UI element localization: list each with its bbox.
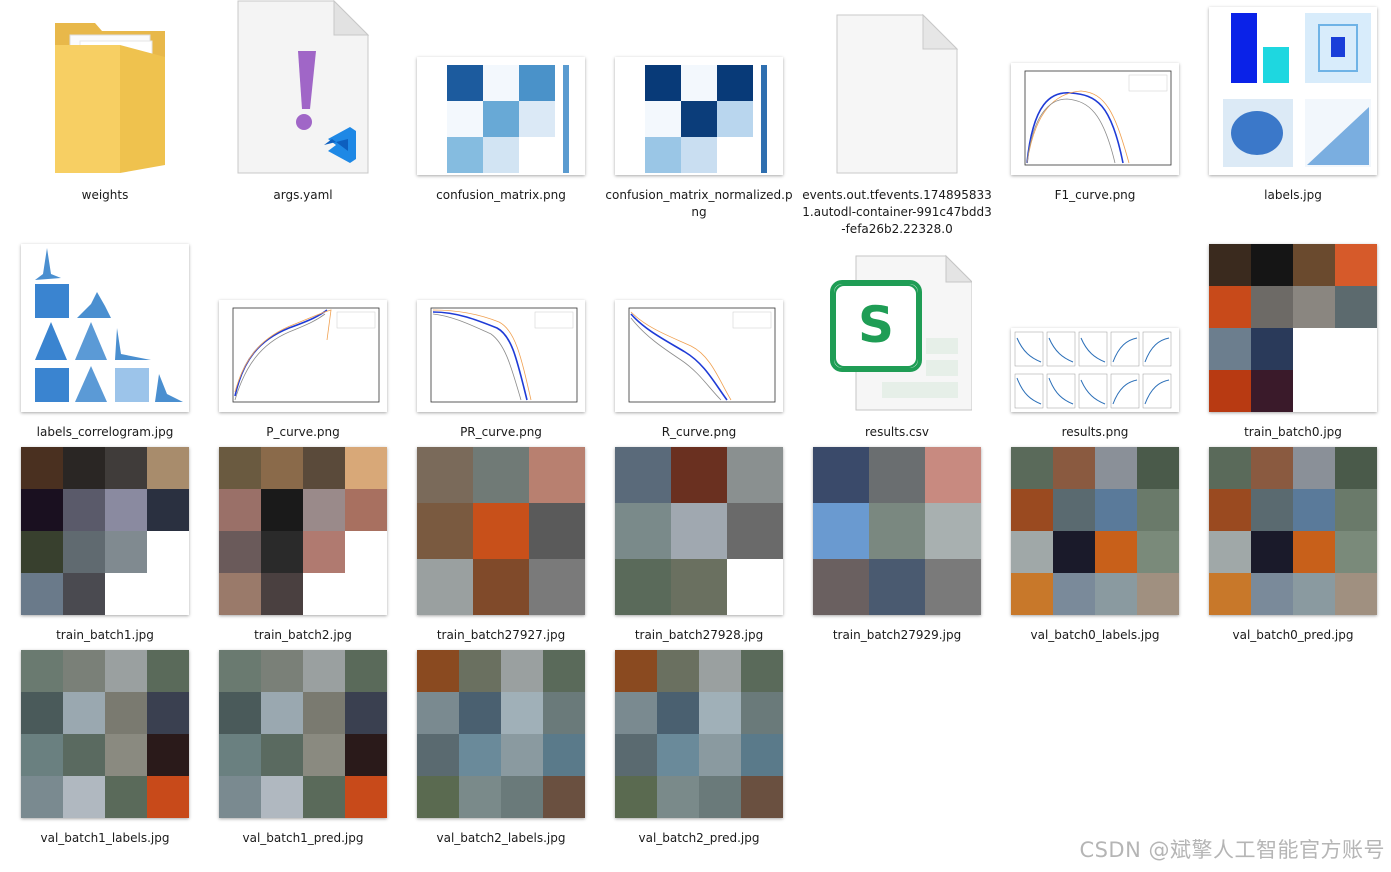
file-label: confusion_matrix.png [436,188,566,202]
file-label: train_batch2.jpg [254,628,352,642]
file-label: train_batch27928.jpg [634,628,764,642]
labels-thumbnail [1209,7,1377,175]
watermark: CSDN @斌擎人工智能官方账号 [1079,838,1385,862]
file-label: val_batch2_labels.jpg [436,831,566,845]
folder-icon [10,5,200,175]
file-label: train_batch0.jpg [1244,425,1342,439]
train-batch1-thumbnail [21,447,189,615]
file-label: P_curve.png [266,425,340,439]
r-curve-thumbnail [615,300,783,412]
val-batch2-labels-thumbnail [417,650,585,818]
file-label: val_batch0_pred.jpg [1232,628,1354,642]
yaml-file-icon [208,0,398,175]
labels-correlogram-thumbnail [21,244,189,412]
file-label: train_batch27927.jpg [436,628,566,642]
confusion-matrix-thumbnail [417,57,585,175]
file-label: val_batch1_pred.jpg [242,831,364,845]
svg-text:S: S [858,296,894,354]
file-label: args.yaml [273,188,333,202]
val-batch2-pred-thumbnail [615,650,783,818]
file-label: val_batch1_labels.jpg [40,831,170,845]
val-batch1-labels-thumbnail [21,650,189,818]
file-label: val_batch2_pred.jpg [638,831,760,845]
train-batch2-thumbnail [219,447,387,615]
csv-file-icon: S [802,242,992,412]
pr-curve-thumbnail [417,300,585,412]
train-batch0-thumbnail [1209,244,1377,412]
file-label: weights [81,188,129,202]
f1-curve-thumbnail [1011,63,1179,175]
file-label: labels.jpg [1264,188,1322,202]
blank-file-icon [802,5,992,175]
file-label: F1_curve.png [1054,188,1136,202]
file-label: train_batch1.jpg [56,628,154,642]
file-label: val_batch0_labels.jpg [1030,628,1160,642]
file-label: results.csv [865,425,929,439]
file-label: train_batch27929.jpg [832,628,962,642]
train-batch27927-thumbnail [417,447,585,615]
results-thumbnail [1011,328,1179,412]
val-batch1-pred-thumbnail [219,650,387,818]
train-batch27929-thumbnail [813,447,981,615]
val-batch0-pred-thumbnail [1209,447,1377,615]
train-batch27928-thumbnail [615,447,783,615]
file-label: confusion_matrix_normalized.png [605,188,793,219]
file-label: PR_curve.png [460,425,542,439]
p-curve-thumbnail [219,300,387,412]
confusion-matrix-normalized-thumbnail [615,57,783,175]
file-label: R_curve.png [661,425,737,439]
file-label: results.png [1061,425,1129,439]
val-batch0-labels-thumbnail [1011,447,1179,615]
file-label: labels_correlogram.jpg [36,425,174,439]
file-label: events.out.tfevents.1748958331.autodl-co… [802,188,992,236]
